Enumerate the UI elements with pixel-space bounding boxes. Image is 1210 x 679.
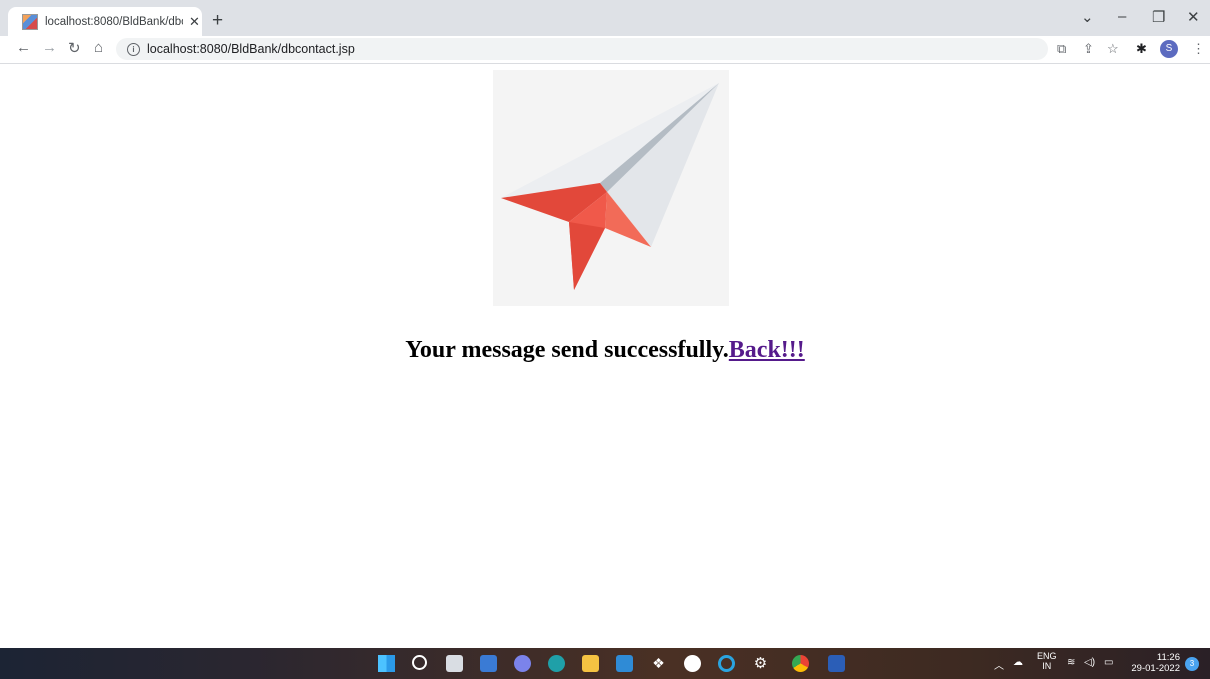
language-indicator[interactable]: ENG IN (1037, 651, 1057, 671)
back-arrow-icon[interactable]: ← (16, 39, 31, 56)
address-bar[interactable]: i localhost:8080/BldBank/dbcontact.jsp (116, 38, 1048, 60)
translate-icon[interactable]: ⧉ (1057, 41, 1066, 57)
start-menu-icon[interactable] (378, 655, 395, 672)
volume-icon[interactable]: ◁) (1084, 657, 1095, 668)
github-icon[interactable] (684, 655, 701, 672)
edge-icon[interactable] (548, 655, 565, 672)
wifi-icon[interactable]: ≋ (1067, 657, 1075, 668)
close-window-button[interactable]: ✕ (1187, 8, 1200, 26)
success-message: Your message send successfully.Back!!! (0, 337, 1210, 364)
forward-arrow-icon[interactable]: → (42, 39, 57, 56)
language-region: IN (1042, 661, 1052, 671)
search-icon[interactable] (412, 655, 427, 670)
browser-tab-strip: localhost:8080/BldBank/dbconta ✕ + ⌄ – ❐… (0, 0, 1210, 36)
clock-date: 29-01-2022 (1131, 663, 1180, 674)
windows-taskbar: ❖ ⚙ ︿ ☁ ENG IN ≋ ◁) ▭ 11:26 29-01-2022 3 (0, 648, 1210, 679)
favicon-icon (22, 13, 38, 30)
clock-time: 11:26 (1156, 652, 1180, 663)
tab-search-button[interactable]: ⌄ (1081, 8, 1094, 26)
back-link[interactable]: Back!!! (729, 337, 805, 363)
task-view-icon[interactable] (446, 655, 463, 672)
new-tab-button[interactable]: + (212, 10, 223, 32)
file-explorer-icon[interactable] (582, 655, 599, 672)
menu-dots-icon[interactable]: ⋮ (1192, 41, 1205, 57)
clock[interactable]: 11:26 29-01-2022 (1128, 652, 1180, 674)
paper-plane-icon (501, 83, 719, 290)
notification-badge[interactable]: 3 (1185, 657, 1199, 671)
extensions-puzzle-icon[interactable]: ✱ (1136, 41, 1147, 57)
show-hidden-icons-chevron-icon[interactable]: ︿ (994, 657, 1004, 672)
dropbox-icon[interactable]: ❖ (650, 655, 667, 672)
url-text: localhost:8080/BldBank/dbcontact.jsp (147, 42, 355, 56)
chat-icon[interactable] (514, 655, 531, 672)
bookmark-star-icon[interactable]: ☆ (1107, 41, 1119, 57)
settings-gear-icon[interactable]: ⚙ (752, 655, 769, 672)
store-icon[interactable] (616, 655, 633, 672)
message-text: Your message send successfully. (405, 337, 729, 363)
browser-tab[interactable]: localhost:8080/BldBank/dbconta ✕ (8, 7, 202, 36)
restore-button[interactable]: ❐ (1152, 8, 1165, 26)
cortana-icon[interactable] (718, 655, 735, 672)
share-icon[interactable]: ⇪ (1083, 41, 1094, 57)
tab-title: localhost:8080/BldBank/dbconta (45, 15, 183, 28)
battery-icon[interactable]: ▭ (1104, 657, 1113, 668)
onedrive-cloud-icon[interactable]: ☁ (1013, 657, 1023, 668)
browser-toolbar: ← → ↻ ⌂ i localhost:8080/BldBank/dbconta… (0, 36, 1210, 64)
chrome-icon[interactable] (792, 655, 809, 672)
paper-plane-image (493, 70, 729, 306)
tab-close-button[interactable]: ✕ (189, 14, 200, 30)
site-info-icon[interactable]: i (127, 42, 140, 56)
profile-avatar[interactable]: S (1160, 40, 1178, 58)
minimize-button[interactable]: – (1118, 8, 1126, 25)
word-icon[interactable] (828, 655, 845, 672)
widgets-icon[interactable] (480, 655, 497, 672)
language-code: ENG (1037, 651, 1057, 661)
reload-icon[interactable]: ↻ (68, 39, 81, 57)
home-icon[interactable]: ⌂ (94, 39, 103, 56)
